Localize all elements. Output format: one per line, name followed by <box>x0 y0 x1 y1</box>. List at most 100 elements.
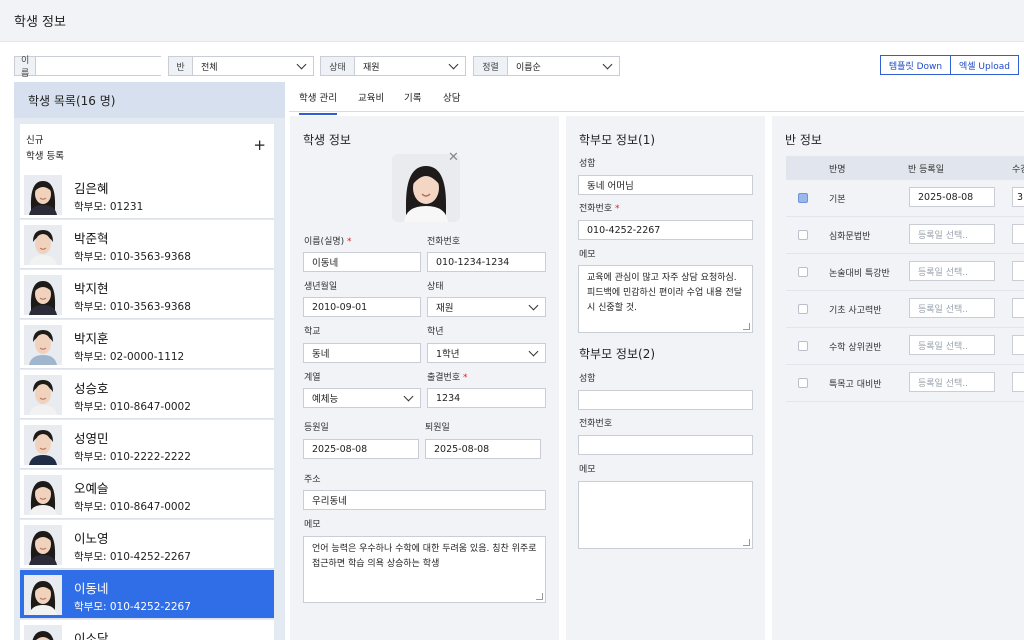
class-filter[interactable]: 반 전체 <box>168 56 314 76</box>
class-name: 논술대비 특강반 <box>829 269 890 279</box>
student-list-item[interactable]: 박준혁 학부모: 010-3563-9368 <box>20 220 274 269</box>
tab-bar: 학생 관리 교육비 기록 상담 <box>289 82 1024 115</box>
parent1-name-value: 동네 어머님 <box>587 181 634 192</box>
tab-consultation[interactable]: 상담 <box>443 90 460 104</box>
student-list-item[interactable]: 성영민 학부모: 010-2222-2222 <box>20 420 274 469</box>
class-checkbox[interactable] <box>798 230 808 240</box>
class-checkbox[interactable] <box>798 378 808 388</box>
class-date-field[interactable]: 등록일 선택.. <box>909 298 995 318</box>
student-name: 오예슬 <box>74 481 109 496</box>
status-select[interactable]: 재원 <box>427 297 546 317</box>
class-date-field[interactable]: 등록일 선택.. <box>909 224 995 244</box>
memo-textarea[interactable]: 언어 능력은 우수하나 수학에 대한 두려움 있음. 칭찬 위주로 접근하면 학… <box>303 536 546 603</box>
class-checkbox[interactable] <box>798 304 808 314</box>
parent1-phone-field[interactable]: 010-4252-2267 <box>578 220 753 240</box>
student-list-item[interactable]: 김은혜 학부모: 01231 <box>20 170 274 219</box>
avatar <box>24 225 62 265</box>
track-label: 계열 <box>304 373 321 383</box>
enroll-date-field[interactable]: 2025-08-08 <box>303 439 419 459</box>
new-student-button[interactable]: 신규 학생 등록 + <box>20 124 274 170</box>
phone-field[interactable]: 010-1234-1234 <box>427 252 546 272</box>
class-extra-field[interactable]: 3 <box>1012 187 1024 207</box>
parent2-phone-label: 전화번호 <box>579 419 613 429</box>
student-photo-icon <box>24 325 62 365</box>
avatar <box>24 175 62 215</box>
student-list-item[interactable]: 이동네 학부모: 010-4252-2267 <box>20 570 274 619</box>
parent2-memo-textarea[interactable] <box>578 481 753 549</box>
student-list-title: 학생 목록(16 명) <box>14 82 285 118</box>
leave-date-field[interactable]: 2025-08-08 <box>425 439 541 459</box>
close-icon[interactable]: ✕ <box>448 150 459 165</box>
app-header: 학생 정보 <box>0 0 1024 42</box>
class-name: 수학 상위권반 <box>829 343 882 353</box>
required-mark: * <box>615 204 620 214</box>
phone-label: 전화번호 <box>427 237 461 247</box>
class-row: 논술대비 특강반 등록일 선택.. <box>786 254 1024 291</box>
student-list-item[interactable]: 박지훈 학부모: 02-0000-1112 <box>20 320 274 369</box>
attend-value: 1234 <box>436 392 461 404</box>
chevron-down-icon <box>528 300 539 310</box>
birth-field[interactable]: 2010-09-01 <box>303 297 421 317</box>
tab-records[interactable]: 기록 <box>404 90 421 104</box>
parent2-name-field[interactable] <box>578 390 753 410</box>
class-checkbox[interactable] <box>798 267 808 277</box>
parent1-name-field[interactable]: 동네 어머님 <box>578 175 753 195</box>
class-extra-field[interactable] <box>1012 335 1024 355</box>
student-photo-icon <box>24 425 62 465</box>
student-list-item[interactable]: 이노영 학부모: 010-4252-2267 <box>20 520 274 569</box>
class-date-field[interactable]: 2025-08-08 <box>909 187 995 207</box>
student-name: 박지훈 <box>74 331 109 346</box>
class-info-panel: 반 정보 반명 반 등록일 수강 기본2025-08-083심화문법반등록일 선… <box>772 116 1024 640</box>
class-name: 기초 사고력반 <box>829 306 882 316</box>
student-parent-phone: 학부모: 010-3563-9368 <box>74 251 191 263</box>
chevron-down-icon <box>448 59 459 69</box>
student-parent-phone: 학부모: 010-3563-9368 <box>74 301 191 313</box>
avatar <box>24 475 62 515</box>
class-extra-field[interactable] <box>1012 224 1024 244</box>
status-label: 상태 <box>427 282 444 292</box>
class-date-field[interactable]: 등록일 선택.. <box>909 261 995 281</box>
class-extra-field[interactable] <box>1012 298 1024 318</box>
status-value: 재원 <box>436 303 454 314</box>
attend-field[interactable]: 1234 <box>427 388 546 408</box>
class-date-field[interactable]: 등록일 선택.. <box>909 335 995 355</box>
student-list-item[interactable]: 성승호 학부모: 010-8647-0002 <box>20 370 274 419</box>
resize-handle-icon <box>743 539 750 546</box>
name-filter-input[interactable] <box>36 57 169 75</box>
class-extra-field[interactable] <box>1012 372 1024 392</box>
school-field[interactable]: 동네 <box>303 343 421 363</box>
student-list-item[interactable]: 이소담 <box>20 620 274 640</box>
chevron-down-icon <box>296 59 307 69</box>
grade-select[interactable]: 1학년 <box>427 343 546 363</box>
tab-student-management[interactable]: 학생 관리 <box>299 90 337 115</box>
class-extra-field[interactable] <box>1012 261 1024 281</box>
class-checkbox[interactable] <box>798 193 808 203</box>
class-checkbox[interactable] <box>798 341 808 351</box>
parent2-phone-field[interactable] <box>578 435 753 455</box>
sort-filter[interactable]: 정렬 이름순 <box>473 56 620 76</box>
excel-upload-button[interactable]: 엑셀 Upload <box>950 55 1019 75</box>
resize-handle-icon <box>536 593 543 600</box>
enroll-value: 2025-08-08 <box>312 443 368 455</box>
address-field[interactable]: 우리동네 <box>303 490 546 510</box>
tab-tuition[interactable]: 교육비 <box>358 90 384 104</box>
track-select[interactable]: 예체능 <box>303 388 421 408</box>
grade-label: 학년 <box>427 327 444 337</box>
status-filter-value: 재원 <box>363 62 380 73</box>
name-value: 이동네 <box>312 258 339 269</box>
parent1-memo-textarea[interactable]: 교육에 관심이 많고 자주 상담 요청하심. 피드백에 민감하신 편이라 수업 … <box>578 265 753 333</box>
template-down-button[interactable]: 템플릿 Down <box>880 55 951 75</box>
class-name: 특목고 대비반 <box>829 380 882 390</box>
parent1-title: 학부모 정보(1) <box>579 133 656 147</box>
status-filter[interactable]: 상태 재원 <box>320 56 466 76</box>
student-list-item[interactable]: 박지현 학부모: 010-3563-9368 <box>20 270 274 319</box>
avatar <box>24 625 62 640</box>
parent1-phone-label: 전화번호 <box>579 204 613 214</box>
avatar <box>24 425 62 465</box>
class-date-field[interactable]: 등록일 선택.. <box>909 372 995 392</box>
name-field[interactable]: 이동네 <box>303 252 421 272</box>
leave-label: 퇴원일 <box>425 423 450 433</box>
sort-filter-value: 이름순 <box>516 62 541 73</box>
student-list-item[interactable]: 오예슬 학부모: 010-8647-0002 <box>20 470 274 519</box>
attend-label: 출결번호 <box>427 373 461 383</box>
